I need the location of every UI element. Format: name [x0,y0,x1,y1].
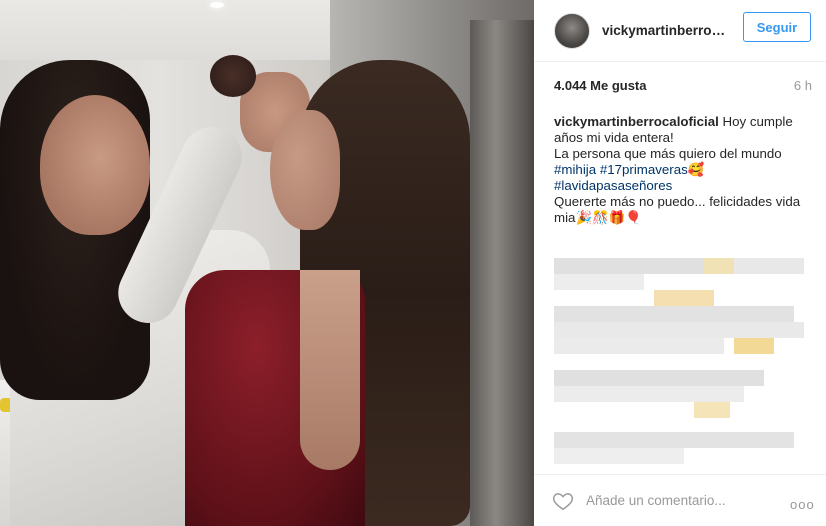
blurred-block [734,258,804,274]
makeup-brush [210,55,256,97]
photo-door [470,20,534,526]
caption-emoji: 🎉🎊🎁🎈 [575,210,642,225]
caption-username[interactable]: vickymartinberrocaloficial [554,114,719,129]
likes-row: 4.044 Me gusta 6 h [554,78,812,93]
post-time[interactable]: 6 h [794,78,812,93]
caption-text: La persona que más quiero del mundo [554,146,782,161]
photo-back [300,270,360,470]
blurred-comments [554,252,816,464]
post-footer: Añade un comentario... ooo [534,474,826,526]
blurred-block [704,258,734,274]
blurred-block [554,274,644,290]
hashtag-link[interactable]: #mihija [554,162,596,177]
blurred-block [734,338,774,354]
blurred-block [694,402,730,418]
photo-face [270,110,340,230]
heart-outline-icon[interactable] [552,490,574,512]
blurred-block [554,306,794,322]
likes-count[interactable]: 4.044 Me gusta [554,78,647,93]
follow-button[interactable]: Seguir [743,12,811,42]
post-header: vickymartinberroca... Seguir [534,0,826,62]
photo-face [40,95,150,235]
caption-emoji: 🥰 [687,162,705,177]
post-panel: vickymartinberroca... Seguir 4.044 Me gu… [534,0,826,526]
blurred-block [554,338,724,354]
comment-input[interactable]: Añade un comentario... [586,493,796,508]
blurred-block [554,432,794,448]
hashtag-link[interactable]: #lavidapasaseñores [554,178,672,193]
blurred-block [554,370,764,386]
blurred-block [554,258,704,274]
hashtag-link[interactable]: #17primaveras [600,162,688,177]
ceiling-light [210,2,224,8]
post-caption: vickymartinberrocaloficial Hoy cumple añ… [554,114,816,226]
blurred-block [554,322,804,338]
username-link[interactable]: vickymartinberroca... [602,23,730,38]
more-options-icon[interactable]: ooo [790,497,815,512]
avatar[interactable] [554,12,590,49]
blurred-block [554,448,684,464]
blurred-block [654,290,714,306]
blurred-block [554,386,744,402]
post-photo[interactable] [0,0,534,526]
